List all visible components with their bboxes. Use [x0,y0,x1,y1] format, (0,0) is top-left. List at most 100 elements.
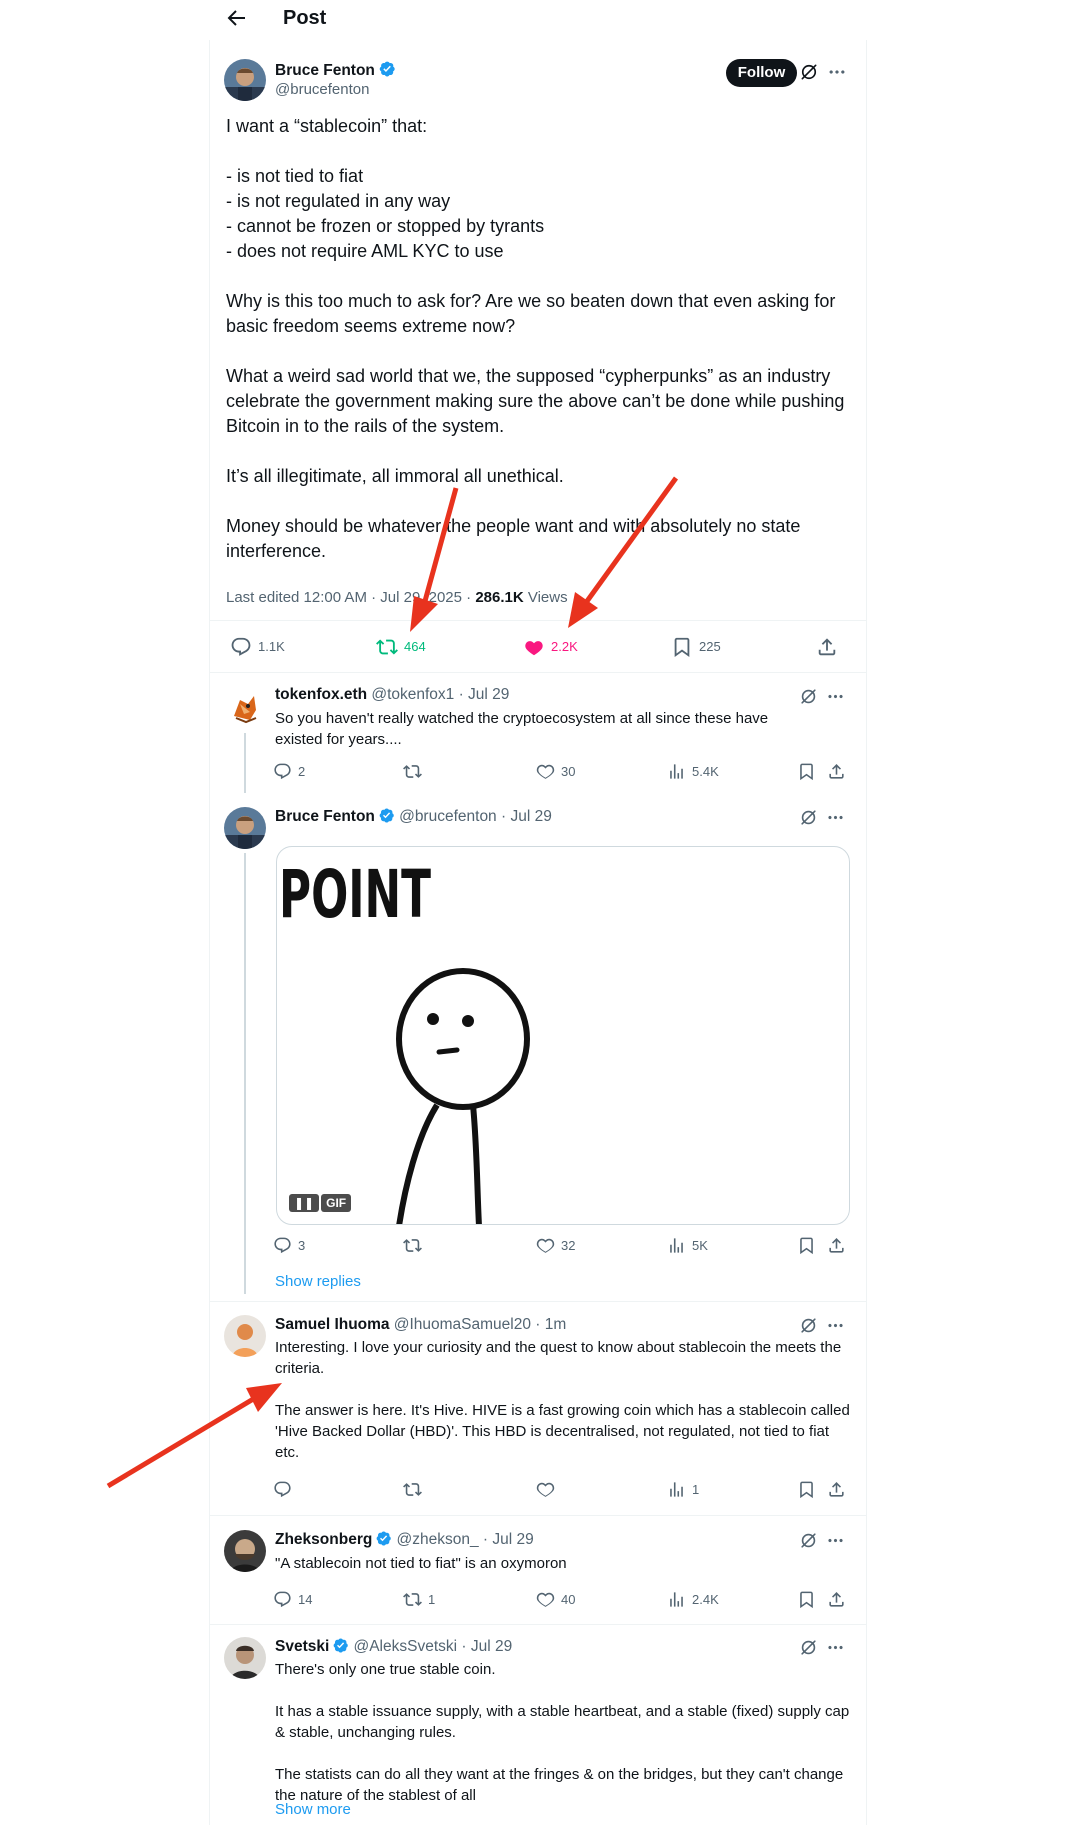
reply-author-name[interactable]: Bruce Fenton [275,808,375,825]
avatar[interactable] [224,807,266,849]
views-button[interactable]: 5K [667,1236,708,1255]
grok-icon[interactable] [799,1638,818,1657]
follow-button[interactable]: Follow [726,59,797,87]
reply-button[interactable] [273,1480,298,1499]
post-timestamp[interactable]: Last edited 12:00 AM · Jul 29, 2025 · [226,589,475,606]
reply-line: The statists can do all they want at the… [275,1766,844,1804]
avatar[interactable] [224,1530,266,1572]
reply-text: There's only one true stable coin. It ha… [275,1659,850,1806]
reply-line [275,1379,850,1400]
repost-button[interactable] [403,1480,428,1499]
show-replies-link[interactable]: Show replies [275,1273,361,1290]
reply-text: So you haven't really watched the crypto… [275,708,815,750]
like-count: 32 [561,1237,576,1253]
more-options-icon[interactable] [826,687,845,706]
back-arrow-icon[interactable] [224,6,248,30]
show-more-link[interactable]: Show more [275,1801,351,1818]
like-button[interactable] [536,1480,561,1499]
like-count: 30 [561,763,576,779]
reply-line: So you haven't really watched the crypto… [275,710,769,748]
more-options-icon[interactable] [826,1531,845,1550]
avatar[interactable] [224,1637,266,1679]
bookmark-icon[interactable] [797,762,816,781]
reply-author-name[interactable]: Zheksonberg [275,1531,372,1548]
more-options-icon[interactable] [826,1316,845,1335]
avatar[interactable] [224,686,266,728]
post-line: It’s all illegitimate, all immoral all u… [226,466,564,486]
pause-icon[interactable]: ❚❚ [289,1194,320,1212]
reply-icon [230,636,252,658]
post-line: - is not regulated in any way [226,191,451,211]
reply-line: There's only one true stable coin. [275,1661,496,1678]
bookmark-icon[interactable] [797,1590,816,1609]
views-count: 2.4K [692,1591,719,1607]
grok-icon[interactable] [799,1531,818,1550]
bookmark-count: 225 [699,639,721,654]
gif-media[interactable]: POINT ❚❚ GIF [276,846,850,1225]
like-button[interactable]: 40 [536,1590,575,1609]
bookmark-icon[interactable] [797,1480,816,1499]
repost-button[interactable]: 1 [403,1590,435,1609]
reply-button[interactable]: 3 [273,1236,305,1255]
grok-icon[interactable] [799,1316,818,1335]
share-icon[interactable] [827,762,846,781]
reply-button[interactable]: 1.1K [230,636,285,658]
bookmark-button[interactable]: 225 [671,636,721,658]
post-line [226,139,856,164]
grok-icon[interactable] [799,808,818,827]
gif-badge[interactable]: ❚❚ GIF [289,1194,352,1212]
views-button[interactable]: 1 [667,1480,699,1499]
repost-icon [376,636,398,658]
post-meta: Last edited 12:00 AM · Jul 29, 2025 · 28… [226,589,568,606]
avatar[interactable] [224,59,266,101]
repost-button[interactable] [403,762,428,781]
page-title: Post [283,7,327,29]
repost-count: 464 [404,639,426,654]
share-icon[interactable] [827,1590,846,1609]
repost-count: 1 [428,1591,436,1607]
views-button[interactable]: 2.4K [667,1590,719,1609]
reply-author-handle[interactable]: @AleksSvetski · Jul 29 [353,1638,512,1655]
like-button[interactable]: 32 [536,1236,575,1255]
reply-author-name[interactable]: tokenfox.eth [275,686,367,703]
share-icon[interactable] [827,1236,846,1255]
more-options-icon[interactable] [826,808,845,827]
views-count: 1 [692,1481,700,1497]
verified-badge-icon [332,1637,349,1658]
post-line [226,264,856,289]
reply-button[interactable]: 2 [273,762,305,781]
author-handle[interactable]: @brucefenton [275,81,369,98]
reply-author-handle[interactable]: @IhuomaSamuel20 · 1m [394,1316,567,1333]
post-line [226,339,856,364]
more-options-icon[interactable] [826,1638,845,1657]
views-label: Views [523,589,568,606]
verified-badge-icon [378,60,396,83]
views-count: 5K [692,1237,708,1253]
views-button[interactable]: 5.4K [667,762,719,781]
bookmark-icon[interactable] [797,1236,816,1255]
reply-author-handle[interactable]: @zhekson_ · Jul 29 [397,1531,534,1548]
share-icon[interactable] [816,636,838,658]
reply-line [275,1743,850,1764]
repost-button[interactable] [403,1236,428,1255]
grok-icon[interactable] [799,62,819,82]
reply-line: "A stablecoin not tied to fiat" is an ox… [275,1555,567,1572]
more-options-icon[interactable] [827,62,847,82]
reply-author-name[interactable]: Samuel Ihuoma [275,1316,390,1333]
repost-button[interactable]: 464 [376,636,426,658]
reply-author-name[interactable]: Svetski [275,1638,329,1655]
like-button[interactable]: 30 [536,762,575,781]
reply-author-handle[interactable]: @tokenfox1 · Jul 29 [371,686,509,703]
post-line: Money should be whatever the people want… [226,516,801,561]
post-line: What a weird sad world that we, the supp… [226,366,845,436]
grok-icon[interactable] [799,687,818,706]
avatar[interactable] [224,1315,266,1357]
share-icon[interactable] [827,1480,846,1499]
reply-button[interactable]: 14 [273,1590,312,1609]
reply-count: 2 [298,763,306,779]
like-button[interactable]: 2.2K [523,636,578,658]
reply-text: "A stablecoin not tied to fiat" is an ox… [275,1553,835,1574]
reply-author-handle[interactable]: @brucefenton · Jul 29 [399,808,552,825]
author-name[interactable]: Bruce Fenton [275,62,375,79]
post-line [226,439,856,464]
